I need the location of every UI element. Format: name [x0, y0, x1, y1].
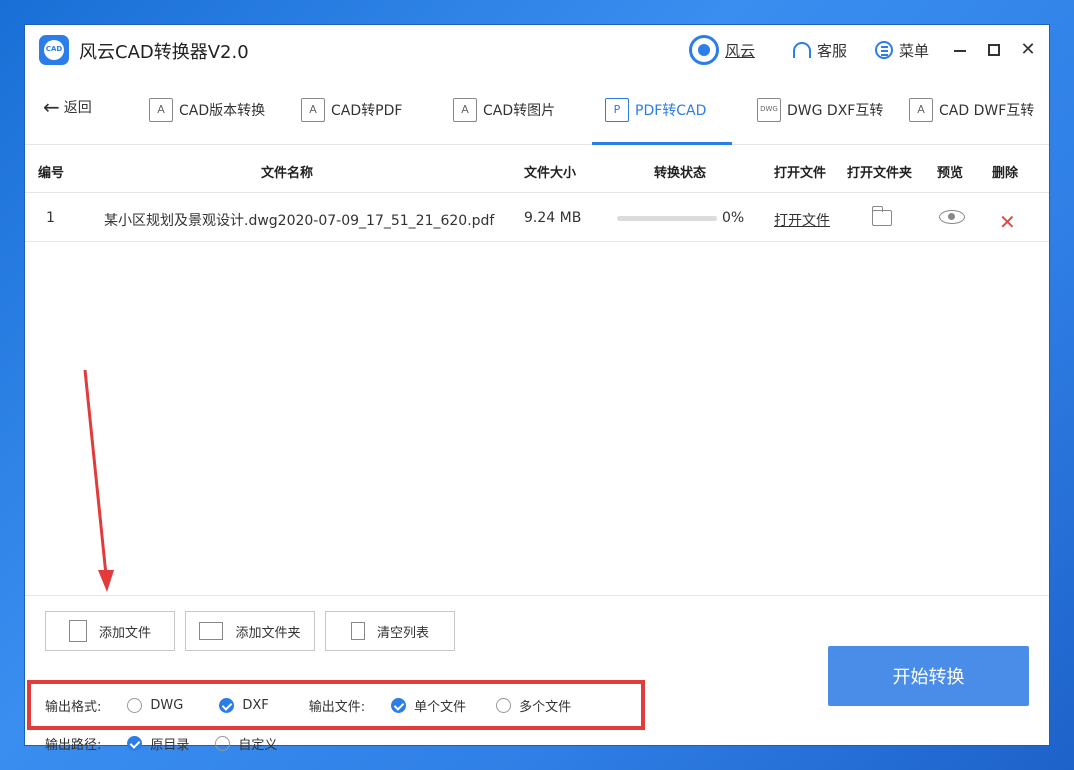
cad-to-pdf-icon: A	[301, 98, 325, 122]
row-filename: 某小区规划及景观设计.dwg2020-07-09_17_51_21_620.pd…	[104, 213, 495, 229]
open-file-link[interactable]: 打开文件	[774, 210, 830, 230]
add-folder-label: 添加文件夹	[235, 625, 301, 641]
back-label: 返回	[63, 100, 92, 116]
output-path-label: 输出路径:	[45, 738, 102, 753]
tab-cad-dwf[interactable]: A CAD DWF互转	[909, 95, 1034, 125]
radio-custom-dir[interactable]	[215, 736, 231, 751]
progress-percent: 0%	[722, 210, 745, 226]
radio-custom-dir-label: 自定义	[238, 738, 278, 753]
col-open-file: 打开文件	[774, 166, 827, 181]
app-window: CAD 风云CAD转换器V2.0 风云 客服 菜单 ✕ ← 返回 A CAD版本…	[25, 25, 1049, 753]
active-tab-indicator	[592, 142, 732, 145]
col-index: 编号	[38, 166, 65, 181]
maximize-icon	[988, 44, 1000, 56]
cad-dwf-icon: A	[909, 98, 933, 122]
minimize-icon	[954, 50, 966, 52]
clear-list-label: 清空列表	[376, 625, 429, 641]
output-path-row: 输出路径: 原目录 自定义	[45, 734, 277, 753]
minimize-button[interactable]	[947, 37, 973, 63]
arrow-left-icon: ←	[43, 95, 60, 119]
annotation-arrow	[83, 370, 114, 592]
table-header: 编号 文件名称 文件大小 转换状态 打开文件 打开文件夹 预览 删除	[25, 146, 1049, 193]
col-filename: 文件名称	[261, 166, 314, 181]
radio-original-dir[interactable]	[127, 736, 143, 751]
clear-list-button[interactable]: 清空列表	[325, 611, 455, 651]
col-preview: 预览	[937, 166, 964, 181]
tab-label: PDF转CAD	[635, 103, 707, 119]
app-title: 风云CAD转换器V2.0	[79, 42, 249, 63]
headset-icon	[793, 42, 811, 58]
tab-cad-to-pdf[interactable]: A CAD转PDF	[301, 95, 402, 125]
row-size: 9.24 MB	[524, 210, 582, 226]
tab-label: CAD转PDF	[331, 103, 403, 119]
table-row[interactable]: 1 某小区规划及景观设计.dwg2020-07-09_17_51_21_620.…	[25, 194, 1049, 242]
tab-label: DWG DXF互转	[787, 103, 884, 119]
dwg-dxf-icon: DWG	[757, 98, 781, 122]
service-button[interactable]: 客服	[793, 37, 847, 63]
trash-icon	[350, 622, 365, 640]
col-delete: 删除	[992, 166, 1019, 181]
cad-version-icon: A	[149, 98, 173, 122]
app-logo-icon: CAD	[39, 35, 69, 65]
add-folder-icon	[199, 622, 224, 640]
add-file-label: 添加文件	[98, 625, 151, 641]
delete-icon[interactable]: ✕	[999, 210, 1016, 234]
close-button[interactable]: ✕	[1015, 37, 1041, 63]
col-size: 文件大小	[524, 166, 577, 181]
conversion-progress-bar	[617, 216, 717, 221]
radio-original-dir-label: 原目录	[150, 738, 190, 753]
tab-bar: ← 返回 A CAD版本转换 A CAD转PDF A CAD转图片 P PDF转…	[25, 75, 1049, 145]
start-convert-button[interactable]: 开始转换	[828, 646, 1029, 706]
back-button[interactable]: ← 返回	[43, 97, 92, 117]
tab-cad-version[interactable]: A CAD版本转换	[149, 95, 265, 125]
col-status: 转换状态	[654, 166, 707, 181]
maximize-button[interactable]	[981, 37, 1007, 63]
highlight-box	[27, 680, 645, 730]
add-file-icon	[68, 620, 87, 642]
fengyun-logo-icon	[689, 35, 719, 65]
eye-icon[interactable]	[939, 210, 965, 224]
row-index: 1	[46, 210, 55, 226]
brand-label: 风云	[725, 41, 756, 60]
add-file-button[interactable]: 添加文件	[45, 611, 175, 651]
service-label: 客服	[817, 41, 848, 60]
tab-label: CAD版本转换	[179, 103, 266, 119]
folder-icon[interactable]	[871, 206, 892, 226]
menu-button[interactable]: 菜单	[875, 37, 929, 63]
col-open-folder: 打开文件夹	[847, 166, 913, 181]
brand-button[interactable]: 风云	[689, 35, 756, 65]
add-folder-button[interactable]: 添加文件夹	[185, 611, 315, 651]
title-bar: CAD 风云CAD转换器V2.0 风云 客服 菜单 ✕	[25, 25, 1049, 75]
tab-label: CAD DWF互转	[939, 103, 1035, 119]
menu-label: 菜单	[899, 41, 930, 60]
tab-pdf-to-cad[interactable]: P PDF转CAD	[605, 95, 706, 125]
tab-label: CAD转图片	[483, 103, 556, 119]
cad-to-image-icon: A	[453, 98, 477, 122]
close-icon: ✕	[1020, 39, 1036, 60]
tab-dwg-dxf[interactable]: DWG DWG DXF互转	[757, 95, 883, 125]
tab-cad-to-image[interactable]: A CAD转图片	[453, 95, 555, 125]
list-menu-icon	[875, 41, 893, 59]
pdf-to-cad-icon: P	[605, 98, 629, 122]
bottom-panel: 添加文件 添加文件夹 清空列表 输出格式: DWG DXF 输出文件: 单个文件…	[25, 595, 1049, 753]
